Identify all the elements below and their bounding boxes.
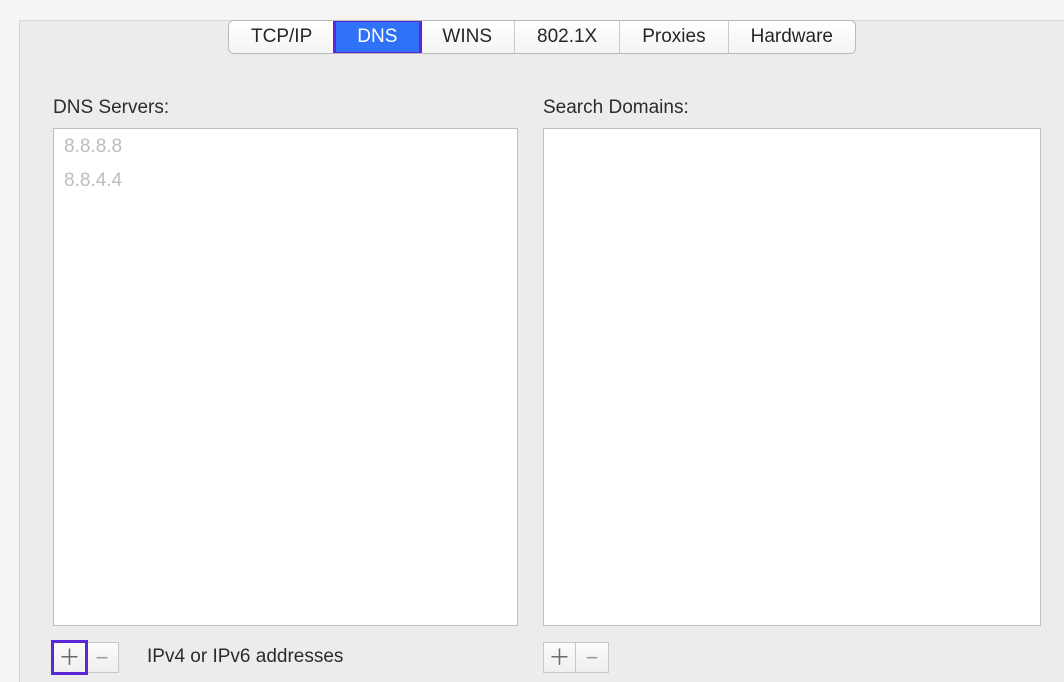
- network-dns-panel: TCP/IP DNS WINS 802.1X Proxies Hardware …: [19, 20, 1064, 682]
- search-domains-remove-button[interactable]: −: [576, 642, 609, 673]
- tab-dns[interactable]: DNS: [335, 21, 420, 53]
- search-domains-list[interactable]: [543, 128, 1041, 626]
- search-domains-label: Search Domains:: [543, 97, 689, 119]
- dns-add-button[interactable]: ＋: [53, 642, 86, 673]
- tab-8021x[interactable]: 802.1X: [515, 21, 620, 53]
- dns-remove-button[interactable]: −: [86, 642, 119, 673]
- dns-servers-buttons: ＋ −: [53, 642, 119, 673]
- tab-tcpip[interactable]: TCP/IP: [229, 21, 335, 53]
- dns-hint: IPv4 or IPv6 addresses: [147, 646, 343, 668]
- dns-server-entry[interactable]: 8.8.8.8: [54, 129, 517, 163]
- tab-proxies[interactable]: Proxies: [620, 21, 728, 53]
- search-domains-buttons: ＋ −: [543, 642, 609, 673]
- tab-hardware[interactable]: Hardware: [729, 21, 855, 53]
- dns-server-entry[interactable]: 8.8.4.4: [54, 163, 517, 197]
- search-domains-add-button[interactable]: ＋: [543, 642, 576, 673]
- network-tabbar: TCP/IP DNS WINS 802.1X Proxies Hardware: [228, 20, 856, 54]
- tab-wins[interactable]: WINS: [420, 21, 515, 53]
- dns-servers-list[interactable]: 8.8.8.88.8.4.4: [53, 128, 518, 626]
- dns-servers-label: DNS Servers:: [53, 97, 169, 119]
